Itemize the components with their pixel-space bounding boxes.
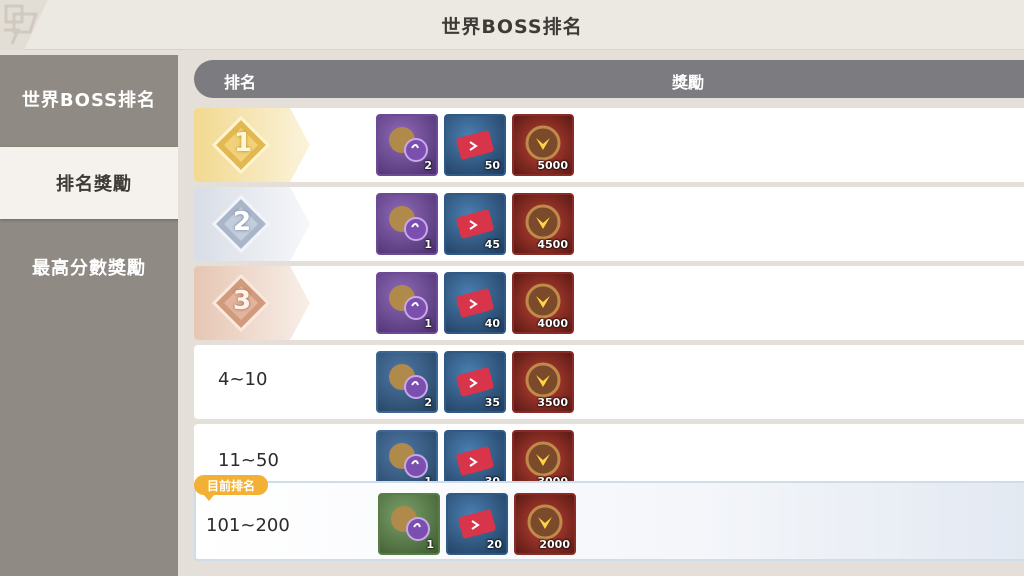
boss-core-icon[interactable]: 5000 — [512, 114, 574, 176]
boss-core-icon[interactable]: 4500 — [512, 193, 574, 255]
page-title: 世界BOSS排名 — [441, 16, 583, 38]
coin-bag-icon[interactable]: 2 — [376, 114, 438, 176]
ranking-row-4: 4~10 2 35 3500 — [194, 345, 1024, 419]
ranking-row-2: 2 1 45 4500 — [194, 187, 1024, 261]
boss-core-icon[interactable]: 3500 — [512, 351, 574, 413]
column-header-rank: 排名 — [224, 73, 257, 92]
reward-quantity: 2000 — [539, 538, 570, 551]
sidebar-item-highest-score-rewards[interactable]: 最高分數獎勵 — [0, 231, 178, 303]
coin-bag-icon[interactable]: 1 — [376, 193, 438, 255]
sidebar-item-ranking-rewards[interactable]: 排名獎勵 — [0, 147, 188, 219]
column-header-reward: 獎勵 — [672, 73, 705, 92]
sidebar-item-label: 排名獎勵 — [56, 174, 132, 195]
rank-badge-bronze: 3 — [194, 266, 314, 340]
boss-core-icon[interactable]: 2000 — [514, 493, 576, 555]
rank-number: 3 — [233, 286, 252, 316]
reward-quantity: 20 — [486, 538, 502, 551]
coin-bag-icon[interactable]: 1 — [376, 272, 438, 334]
sidebar-item-label: 最高分數獎勵 — [32, 258, 146, 279]
reward-quantity: 45 — [484, 238, 500, 251]
sidebar-item-world-boss-ranking[interactable]: 世界BOSS排名 — [0, 63, 178, 135]
boss-core-icon[interactable]: 4000 — [512, 272, 574, 334]
coin-bag-icon[interactable]: 2 — [376, 351, 438, 413]
ticket-icon[interactable]: 50 — [444, 114, 506, 176]
rank-range: 101~200 — [206, 515, 290, 536]
rank-badge-silver: 2 — [194, 187, 314, 261]
rank-number: 2 — [233, 207, 252, 237]
rank-badge-gold: 1 — [194, 108, 314, 182]
reward-quantity: 50 — [484, 159, 500, 172]
ticket-icon[interactable]: 40 — [444, 272, 506, 334]
ranking-row-3: 3 1 40 4000 — [194, 266, 1024, 340]
reward-quantity: 2 — [424, 396, 432, 409]
ticket-icon[interactable]: 35 — [444, 351, 506, 413]
ticket-icon[interactable]: 20 — [446, 493, 508, 555]
ranking-row-1: 1 2 50 5000 — [194, 108, 1024, 182]
header: 世界BOSS排名 — [0, 0, 1024, 50]
reward-quantity: 2 — [424, 159, 432, 172]
reward-quantity: 3500 — [537, 396, 568, 409]
reward-quantity: 5000 — [537, 159, 568, 172]
sidebar: 世界BOSS排名 排名獎勵 最高分數獎勵 — [0, 55, 188, 576]
reward-quantity: 1 — [424, 238, 432, 251]
current-rank-tag: 目前排名 — [194, 475, 268, 501]
reward-quantity: 35 — [484, 396, 500, 409]
reward-quantity: 4500 — [537, 238, 568, 251]
rank-number: 1 — [234, 128, 253, 158]
sidebar-item-label: 世界BOSS排名 — [21, 90, 157, 111]
coin-bag-icon[interactable]: 1 — [378, 493, 440, 555]
reward-quantity: 4000 — [537, 317, 568, 330]
reward-quantity: 40 — [484, 317, 500, 330]
reward-quantity: 1 — [426, 538, 434, 551]
reward-quantity: 1 — [424, 317, 432, 330]
rank-range: 11~50 — [218, 450, 279, 471]
column-header: 排名 獎勵 — [194, 60, 1024, 98]
current-rank-row: 101~200 1 20 2000 — [194, 481, 1024, 561]
rank-range: 4~10 — [218, 369, 268, 390]
ticket-icon[interactable]: 45 — [444, 193, 506, 255]
